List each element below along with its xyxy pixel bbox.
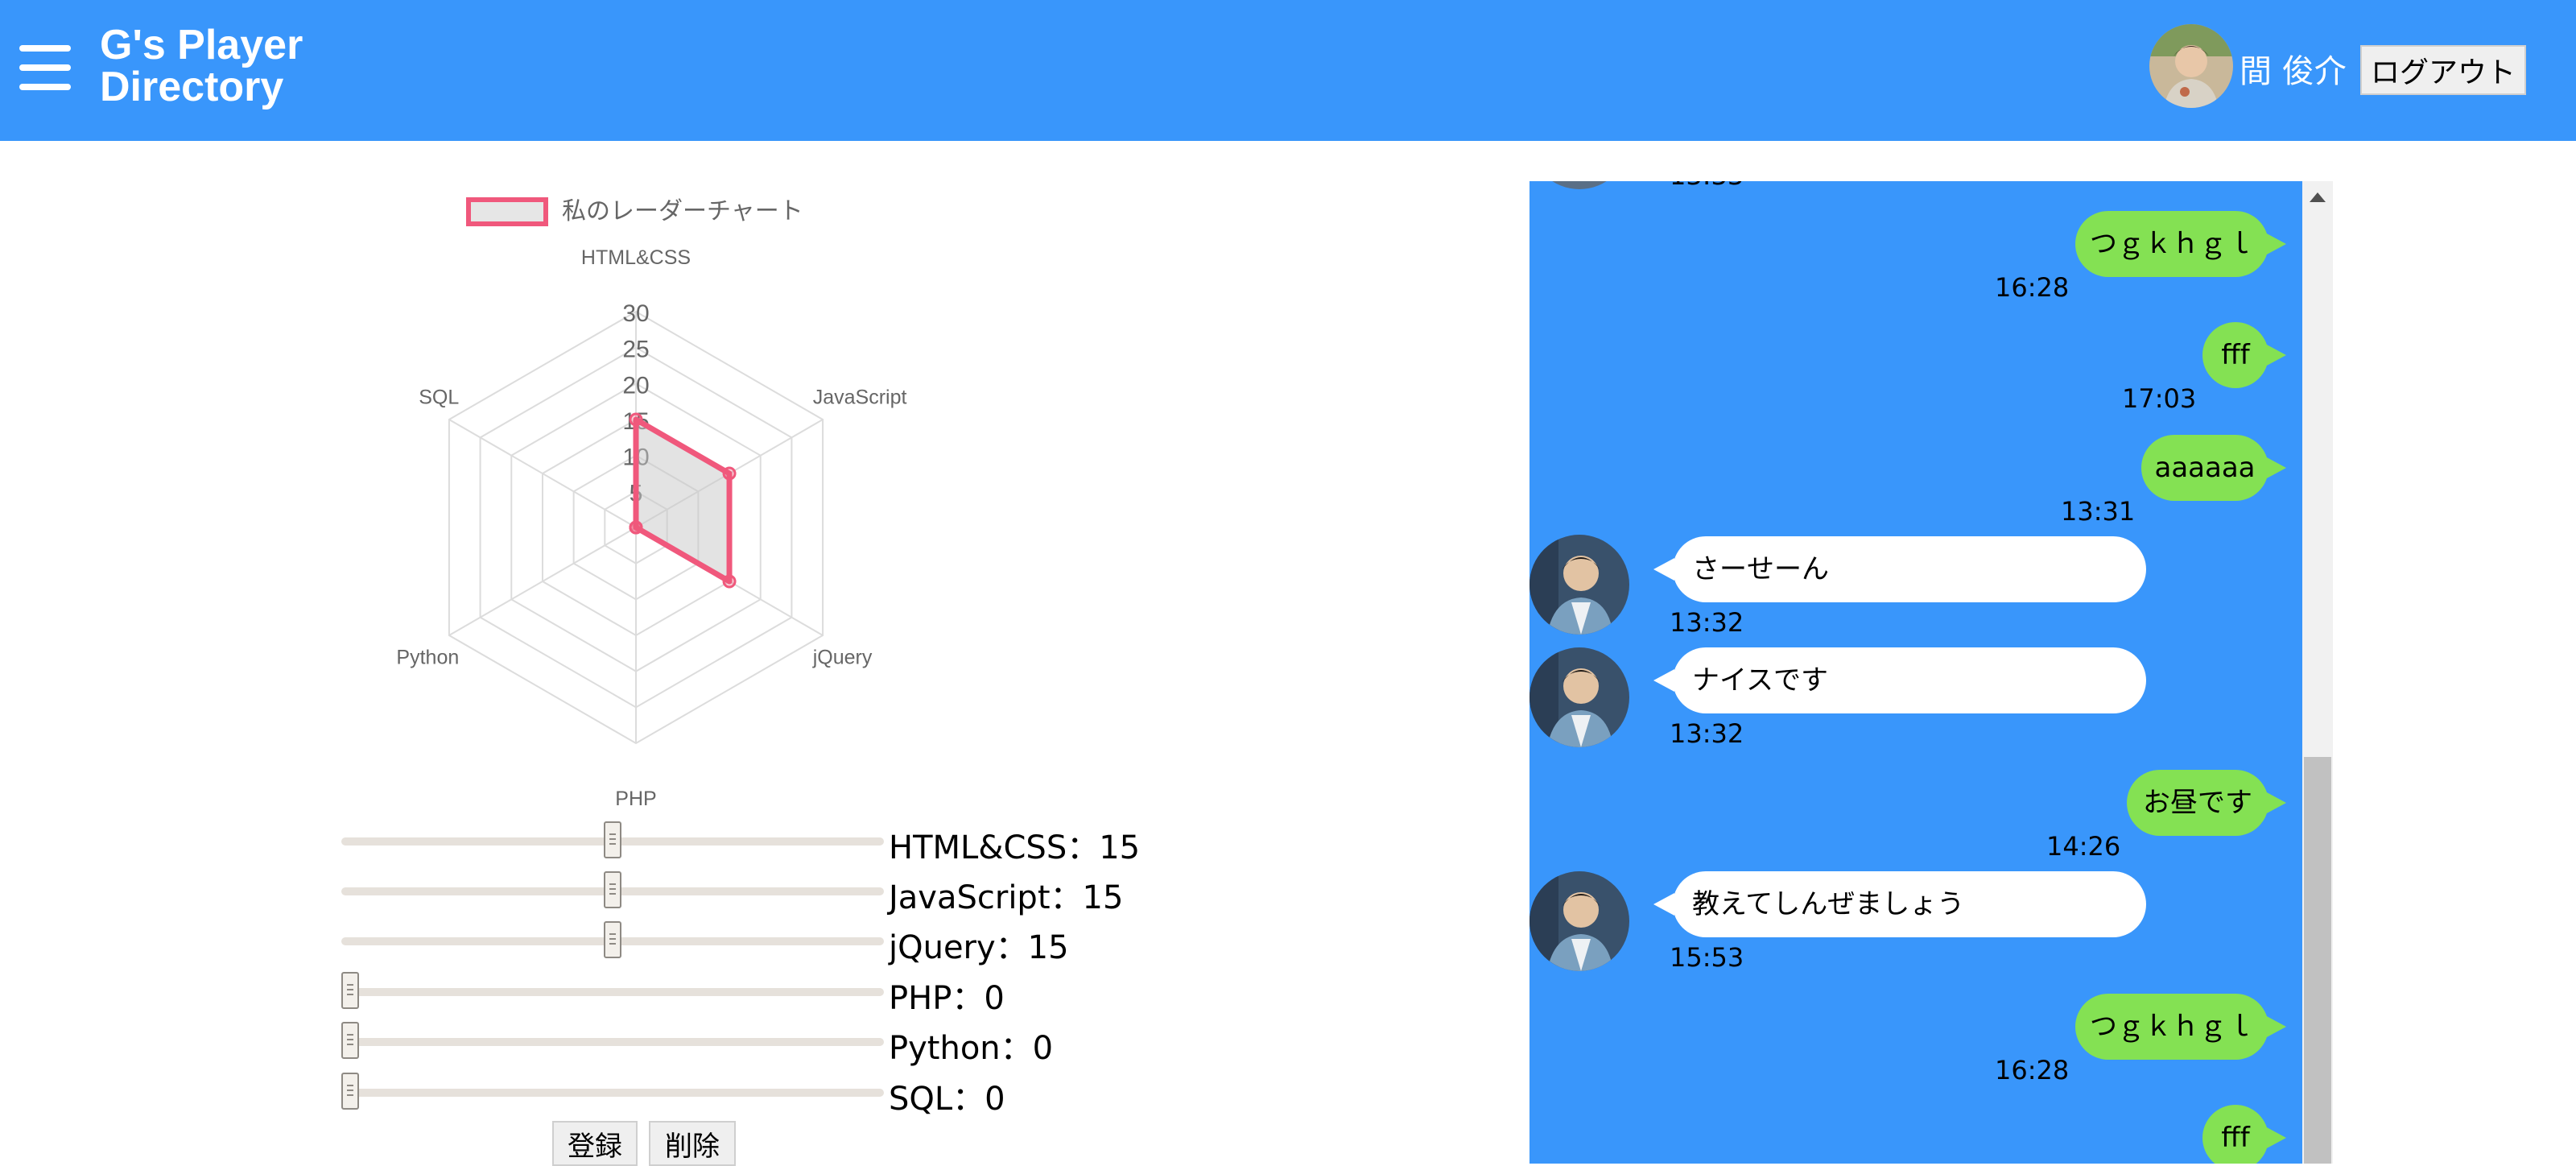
message-bubble-outgoing[interactable]: つｇｋｈｇｌ — [2075, 994, 2286, 1060]
scrollbar-thumb[interactable] — [2304, 757, 2331, 1164]
message-bubble-incoming[interactable]: 教えてしんぜましょう — [1653, 871, 2146, 937]
delete-button[interactable]: 削除 — [649, 1121, 736, 1166]
app-title-line2: Directory — [100, 64, 284, 110]
message-time: 16:28 — [1995, 1055, 2070, 1085]
legend-label: 私のレーダーチャート — [562, 198, 803, 225]
message-bubble-incoming[interactable]: さーせーん — [1653, 536, 2146, 602]
top-header: G's Player Directory 間 俊介 ログアウト — [0, 0, 2576, 141]
skill-slider-label: HTML&CSS：15 — [889, 829, 1141, 866]
message-time: 14:26 — [2046, 831, 2121, 862]
skill-slider-row: HTML&CSS：15 — [341, 821, 1146, 866]
radar-data-point[interactable] — [629, 412, 643, 427]
menu-icon[interactable] — [19, 45, 71, 90]
chart-legend[interactable]: 私のレーダーチャート — [466, 197, 803, 226]
skill-slider-thumb[interactable] — [341, 1073, 359, 1110]
skill-slider-label: Python：0 — [889, 1030, 1054, 1067]
radar-axis-label: PHP — [615, 788, 656, 810]
message-bubble-incoming[interactable]: ナイスです — [1653, 647, 2146, 713]
message-bubble-outgoing[interactable]: お昼です — [2127, 770, 2286, 836]
message-time-partial: 13:33 — [1670, 181, 1766, 191]
skill-slider-thumb[interactable] — [604, 821, 621, 858]
skill-slider-thumb[interactable] — [341, 972, 359, 1009]
skill-slider-row: JavaScript：15 — [341, 871, 1146, 916]
radar-tick-label: 25 — [622, 337, 649, 363]
chat-avatar[interactable] — [1530, 535, 1629, 635]
message-bubble-outgoing[interactable]: aaaaaa — [2141, 435, 2286, 501]
message-bubble-outgoing[interactable]: fff — [2202, 322, 2286, 388]
message-time: 13:32 — [1670, 607, 1744, 638]
chat-avatar[interactable] — [1530, 871, 1629, 971]
message-time: 13:32 — [1670, 718, 1744, 749]
radar-axis-label: JavaScript — [813, 387, 907, 409]
chat-avatar-partial — [1530, 181, 1629, 189]
message-time: 17:03 — [2122, 383, 2197, 414]
radar-tick-label: 30 — [622, 300, 649, 327]
message-time: 15:53 — [1670, 942, 1744, 973]
skill-slider-track[interactable] — [341, 1038, 884, 1046]
message-time: 16:28 — [1995, 272, 2070, 303]
radar-axis-label: Python — [396, 647, 459, 669]
radar-data-point[interactable] — [722, 466, 737, 481]
skill-slider-thumb[interactable] — [341, 1022, 359, 1059]
app-title-line1: G's Player — [100, 22, 303, 68]
logout-button[interactable]: ログアウト — [2360, 45, 2526, 95]
skill-slider-track[interactable] — [341, 1089, 884, 1097]
skill-slider-track[interactable] — [341, 988, 884, 996]
skill-slider-thumb[interactable] — [604, 921, 621, 958]
message-bubble-outgoing[interactable]: つｇｋｈｇｌ — [2075, 211, 2286, 277]
legend-swatch — [466, 197, 548, 226]
radar-data-point[interactable] — [629, 520, 643, 535]
radar-tick-label: 20 — [622, 372, 649, 399]
skill-slider-label: PHP：0 — [889, 980, 1005, 1017]
register-button[interactable]: 登録 — [552, 1121, 638, 1166]
radar-axis-label: HTML&CSS — [581, 246, 691, 269]
skill-slider-row: Python：0 — [341, 1022, 1146, 1067]
skill-slider-row: SQL：0 — [341, 1073, 1146, 1118]
skill-slider-row: jQuery：15 — [341, 921, 1146, 966]
skill-slider-label: JavaScript：15 — [889, 879, 1124, 916]
message-bubble-outgoing[interactable]: fff — [2202, 1105, 2286, 1164]
message-bubble-outgoing-clip: fff — [2174, 1105, 2302, 1164]
user-avatar[interactable] — [2149, 24, 2233, 108]
skill-slider-row: PHP：0 — [341, 972, 1146, 1017]
app-title[interactable]: G's Player Directory — [100, 24, 303, 108]
user-name: 間 俊介 — [2240, 53, 2347, 90]
scroll-up-arrow-icon[interactable] — [2310, 192, 2326, 202]
skill-slider-thumb[interactable] — [604, 871, 621, 908]
radar-chart: 私のレーダーチャート HTML&CSS JavaScript jQuery PHP Py… — [396, 197, 907, 810]
skill-slider-label: jQuery：15 — [889, 929, 1069, 966]
radar-axis-label: SQL — [419, 387, 459, 409]
radar-data-point[interactable] — [722, 574, 737, 589]
radar-axis-label: jQuery — [812, 647, 873, 669]
chat-avatar[interactable] — [1530, 647, 1629, 747]
message-time: 13:31 — [2061, 496, 2136, 527]
chat-scrollbar[interactable] — [2302, 181, 2333, 1164]
skill-slider-label: SQL：0 — [889, 1081, 1005, 1118]
radar-data-area — [633, 416, 733, 585]
